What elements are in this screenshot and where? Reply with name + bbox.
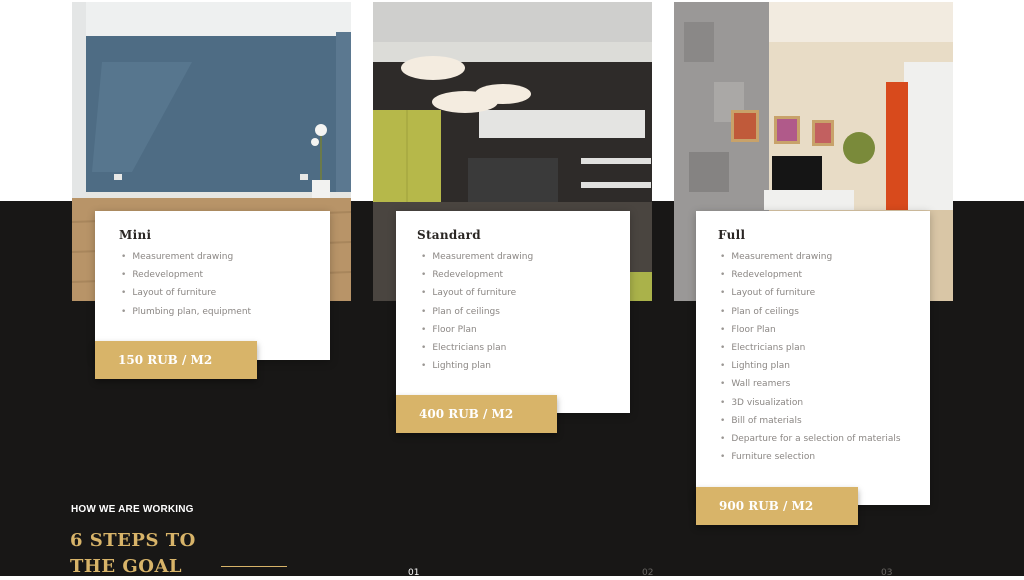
feature-list: • Measurement drawing • Redevelopment • Lay…: [421, 251, 533, 378]
bullet-icon: •: [121, 270, 127, 281]
feature-item: • Floor Plan: [720, 324, 901, 342]
feature-label: Plan of ceilings: [731, 306, 799, 317]
bullet-icon: •: [720, 252, 726, 262]
feature-label: Lighting plan: [731, 361, 790, 372]
feature-label: Departure for a selection of materials: [731, 433, 901, 444]
bullet-icon: •: [421, 324, 427, 335]
bullet-icon: •: [720, 361, 726, 372]
feature-item: • Furniture selection: [720, 451, 901, 469]
feature-label: Redevelopment: [432, 270, 504, 281]
bullet-icon: •: [421, 306, 427, 317]
feature-item: • Plumbing plan, equipment: [121, 306, 251, 324]
bullet-icon: •: [720, 397, 726, 408]
feature-item: • Floor Plan: [421, 324, 533, 342]
feature-item: • Plan of ceilings: [421, 306, 533, 324]
feature-label: Plumbing plan, equipment: [132, 306, 252, 317]
feature-label: Measurement drawing: [132, 252, 234, 262]
feature-label: Lighting plan: [432, 361, 491, 372]
plan-card-mini: Mini • Measurement drawing • Redevelopment…: [95, 211, 330, 360]
feature-label: 3D visualization: [731, 397, 804, 408]
feature-item: • Electricians plan: [421, 342, 533, 360]
bullet-icon: •: [421, 361, 427, 372]
plan-title: Standard: [417, 228, 481, 242]
bullet-icon: •: [421, 270, 427, 281]
feature-item: • Measurement drawing: [421, 251, 533, 269]
bullet-icon: •: [720, 452, 726, 463]
price-button-mini[interactable]: 150 RUB / M2: [95, 341, 257, 379]
bullet-icon: •: [720, 270, 726, 281]
feature-label: Floor Plan: [731, 324, 776, 335]
feature-item: • Bill of materials: [720, 415, 901, 433]
bullet-icon: •: [720, 342, 726, 353]
feature-label: Redevelopment: [731, 270, 803, 281]
section-title: 6 STEPS TO THE GOAL: [70, 530, 196, 577]
feature-label: Electricians plan: [731, 342, 806, 353]
feature-item: • Layout of furniture: [421, 287, 533, 305]
feature-label: Plan of ceilings: [432, 306, 500, 317]
step-tab-02[interactable]: 02: [642, 568, 653, 578]
feature-list: • Measurement drawing • Redevelopment • Lay…: [121, 251, 251, 324]
bullet-icon: •: [720, 415, 726, 426]
price-button-full[interactable]: 900 RUB / M2: [696, 487, 858, 525]
feature-label: Bill of materials: [731, 415, 802, 426]
plan-title: Mini: [119, 228, 152, 242]
feature-label: Measurement drawing: [432, 252, 534, 262]
feature-item: • Redevelopment: [720, 269, 901, 287]
bullet-icon: •: [421, 252, 427, 262]
feature-label: Layout of furniture: [432, 288, 517, 299]
feature-label: Measurement drawing: [731, 252, 833, 262]
bullet-icon: •: [720, 379, 726, 390]
feature-item: • Redevelopment: [421, 269, 533, 287]
bullet-icon: •: [720, 433, 726, 444]
feature-label: Floor Plan: [432, 324, 477, 335]
feature-item: • Layout of furniture: [121, 287, 251, 305]
feature-item: • Measurement drawing: [720, 251, 901, 269]
feature-label: Layout of furniture: [731, 288, 816, 299]
price-button-standard[interactable]: 400 RUB / M2: [396, 395, 557, 433]
bullet-icon: •: [421, 288, 427, 299]
bullet-icon: •: [720, 288, 726, 299]
plan-title: Full: [718, 228, 746, 242]
section-eyebrow: HOW WE ARE WORKING: [71, 504, 194, 515]
feature-item: • Electricians plan: [720, 342, 901, 360]
feature-item: • Wall reamers: [720, 378, 901, 396]
plan-card-standard: Standard • Measurement drawing • Redevelop…: [396, 211, 630, 413]
feature-item: • Lighting plan: [421, 360, 533, 378]
feature-item: • Redevelopment: [121, 269, 251, 287]
feature-label: Redevelopment: [132, 270, 204, 281]
title-divider: [221, 566, 287, 567]
step-tab-01[interactable]: 01: [408, 568, 419, 578]
bullet-icon: •: [421, 342, 427, 353]
bullet-icon: •: [121, 288, 127, 299]
feature-item: • 3D visualization: [720, 397, 901, 415]
feature-label: Furniture selection: [731, 452, 816, 463]
feature-label: Electricians plan: [432, 342, 507, 353]
feature-item: • Measurement drawing: [121, 251, 251, 269]
feature-item: • Lighting plan: [720, 360, 901, 378]
bullet-icon: •: [720, 324, 726, 335]
feature-item: • Plan of ceilings: [720, 306, 901, 324]
feature-item: • Layout of furniture: [720, 287, 901, 305]
feature-list: • Measurement drawing • Redevelopment • Lay…: [720, 251, 901, 469]
step-tab-03[interactable]: 03: [881, 568, 892, 578]
bullet-icon: •: [720, 306, 726, 317]
bullet-icon: •: [121, 306, 127, 317]
plan-card-full: Full • Measurement drawing • Redevelopment…: [696, 211, 930, 505]
feature-label: Layout of furniture: [132, 288, 217, 299]
bullet-icon: •: [121, 252, 127, 262]
feature-label: Wall reamers: [731, 379, 791, 390]
feature-item: • Departure for a selection of materials: [720, 433, 901, 451]
